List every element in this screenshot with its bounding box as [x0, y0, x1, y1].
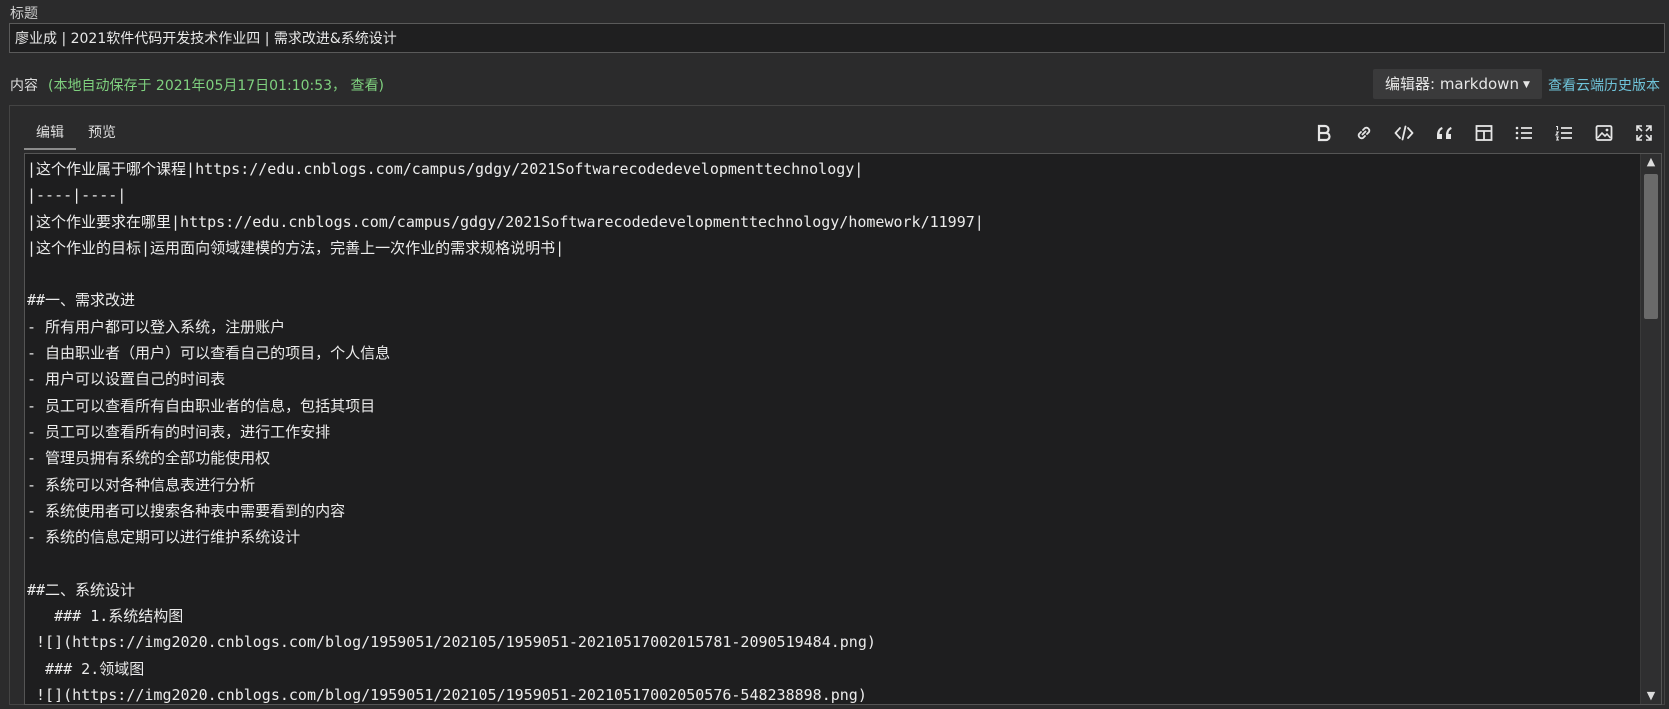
view-autosave-link[interactable]: 查看 [351, 78, 379, 94]
table-icon[interactable] [1464, 118, 1504, 148]
fullscreen-icon[interactable] [1624, 118, 1664, 148]
editor-type-label: 编辑器: markdown [1385, 75, 1519, 93]
editor-toolbar [1304, 118, 1664, 148]
bold-icon[interactable] [1304, 118, 1344, 148]
tab-edit[interactable]: 编辑 [24, 118, 76, 150]
title-label: 标题 [10, 6, 38, 22]
content-label: 内容 [10, 78, 38, 94]
editor-line: ### 1.系统结构图 [27, 607, 184, 626]
tab-preview[interactable]: 预览 [76, 118, 128, 148]
editor-line: - 员工可以查看所有的时间表，进行工作安排 [27, 422, 331, 441]
editor-tabs: 编辑 预览 [24, 118, 128, 150]
editor-line: - 系统的信息定期可以进行维护系统设计 [27, 528, 301, 547]
autosave-suffix: ) [378, 78, 384, 94]
editor-line: - 系统使用者可以搜索各种表中需要看到的内容 [27, 501, 346, 520]
editor-line: |----|----| [27, 186, 127, 205]
editor-line: ### 2.领域图 [27, 659, 145, 678]
scrollbar-thumb[interactable] [1644, 174, 1658, 319]
editor-line: |这个作业要求在哪里|https://edu.cnblogs.com/campu… [27, 212, 984, 231]
markdown-textarea[interactable]: |这个作业属于哪个课程|https://edu.cnblogs.com/camp… [24, 153, 1662, 705]
editor-line: ![](https://img2020.cnblogs.com/blog/195… [27, 685, 867, 704]
editor-line: ![](https://img2020.cnblogs.com/blog/195… [27, 633, 876, 652]
cloud-history-link[interactable]: 查看云端历史版本 [1548, 75, 1660, 95]
caret-down-icon: ▼ [1522, 80, 1530, 90]
editor-line: |这个作业的目标|运用面向领域建模的方法，完善上一次作业的需求规格说明书| [27, 238, 565, 257]
quote-icon[interactable] [1424, 118, 1464, 148]
editor-line: |这个作业属于哪个课程|https://edu.cnblogs.com/camp… [27, 160, 864, 178]
markdown-content: |这个作业属于哪个课程|https://edu.cnblogs.com/camp… [27, 156, 1639, 704]
editor-line: ##一、需求改进 [27, 291, 136, 310]
editor-line: - 自由职业者（用户）可以查看自己的项目，个人信息 [27, 344, 391, 363]
autosave-text: (本地自动保存于 2021年05月17日01:10:53， [48, 78, 347, 94]
markdown-editor: 编辑 预览 |这个作业属于哪个课程|https://edu.cnblogs.co… [9, 105, 1665, 705]
editor-line: - 所有用户都可以登入系统，注册账户 [27, 317, 286, 336]
scroll-down-icon[interactable]: ▼ [1641, 688, 1661, 704]
editor-line: - 管理员拥有系统的全部功能使用权 [27, 449, 271, 468]
unordered-list-icon[interactable] [1504, 118, 1544, 148]
title-input[interactable] [9, 23, 1665, 53]
editor-line: - 系统可以对各种信息表进行分析 [27, 475, 256, 494]
ordered-list-icon[interactable] [1544, 118, 1584, 148]
editor-type-dropdown[interactable]: 编辑器: markdown ▼ [1373, 69, 1542, 99]
image-icon[interactable] [1584, 118, 1624, 148]
autosave-status: (本地自动保存于 2021年05月17日01:10:53， 查看) [48, 78, 384, 94]
vertical-scrollbar[interactable]: ▲ ▼ [1640, 154, 1661, 704]
content-label-row: 内容 (本地自动保存于 2021年05月17日01:10:53， 查看) [10, 75, 384, 95]
editor-line: ##二、系统设计 [27, 580, 136, 599]
editor-line: - 员工可以查看所有自由职业者的信息，包括其项目 [27, 396, 376, 415]
scroll-up-icon[interactable]: ▲ [1641, 154, 1661, 170]
editor-line: - 用户可以设置自己的时间表 [27, 370, 226, 389]
link-icon[interactable] [1344, 118, 1384, 148]
code-icon[interactable] [1384, 118, 1424, 148]
